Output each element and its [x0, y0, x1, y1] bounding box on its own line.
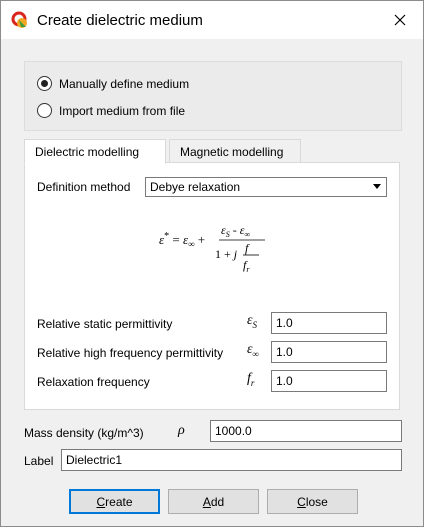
debye-formula: ε* = ε∞ + εS - ε∞ 1 + j f fr	[159, 223, 265, 274]
radio-label-manual: Manually define medium	[59, 76, 190, 91]
definition-method-value: Debye relaxation	[150, 180, 241, 194]
svg-text:εS - ε∞: εS - ε∞	[221, 223, 250, 239]
static-permittivity-input[interactable]: 1.0	[271, 312, 387, 334]
svg-text:1 + j: 1 + j	[215, 247, 238, 261]
chevron-down-icon	[373, 184, 381, 189]
f-r-symbol: fr	[247, 371, 255, 388]
epsilon-inf-symbol: ε∞	[247, 342, 259, 359]
dielectric-tab-panel: Definition method Debye relaxation ε* = …	[24, 162, 400, 410]
window-title: Create dielectric medium	[37, 12, 203, 29]
definition-method-select[interactable]: Debye relaxation	[145, 177, 387, 197]
high-freq-permittivity-label: Relative high frequency permittivity	[37, 346, 224, 360]
medium-source-group: Manually define medium Import medium fro…	[24, 61, 402, 131]
svg-text:ε* = ε∞ +: ε* = ε∞ +	[159, 231, 205, 249]
create-button[interactable]: Create	[69, 489, 160, 514]
close-icon	[394, 14, 406, 26]
label-field-label: Label	[24, 454, 54, 468]
relaxation-frequency-input[interactable]: 1.0	[271, 370, 387, 392]
radio-manual-define[interactable]: Manually define medium	[37, 76, 189, 91]
radio-import-file[interactable]: Import medium from file	[37, 103, 185, 118]
tab-magnetic-modelling[interactable]: Magnetic modelling	[169, 139, 301, 163]
mass-density-label: Mass density (kg/m^3)	[24, 426, 144, 440]
add-button-label: Add	[202, 494, 225, 509]
high-freq-permittivity-input[interactable]: 1.0	[271, 341, 387, 363]
svg-text:fr: fr	[243, 258, 250, 274]
mass-density-input[interactable]: 1000.0	[210, 420, 402, 442]
epsilon-s-symbol: εS	[247, 313, 258, 330]
radio-button-unchecked[interactable]	[37, 103, 52, 118]
radio-label-import: Import medium from file	[59, 103, 186, 118]
app-logo-icon	[11, 11, 27, 28]
close-button-label: Close	[297, 494, 328, 509]
label-input[interactable]: Dielectric1	[61, 449, 402, 471]
close-window-button[interactable]	[377, 1, 423, 39]
radio-button-checked[interactable]	[37, 76, 52, 91]
static-permittivity-label: Relative static permittivity	[37, 317, 173, 331]
dialog-window: Create dielectric medium Manually define…	[0, 0, 424, 527]
add-button[interactable]: Add	[168, 489, 259, 514]
definition-method-label: Definition method	[37, 180, 131, 194]
rho-symbol: ρ	[178, 423, 185, 438]
tab-dielectric-modelling[interactable]: Dielectric modelling	[24, 139, 166, 164]
relaxation-frequency-label: Relaxation frequency	[37, 375, 150, 389]
title-bar: Create dielectric medium	[1, 1, 423, 39]
close-button[interactable]: Close	[267, 489, 358, 514]
create-button-label: Create	[96, 494, 133, 509]
svg-text:f: f	[245, 241, 250, 255]
